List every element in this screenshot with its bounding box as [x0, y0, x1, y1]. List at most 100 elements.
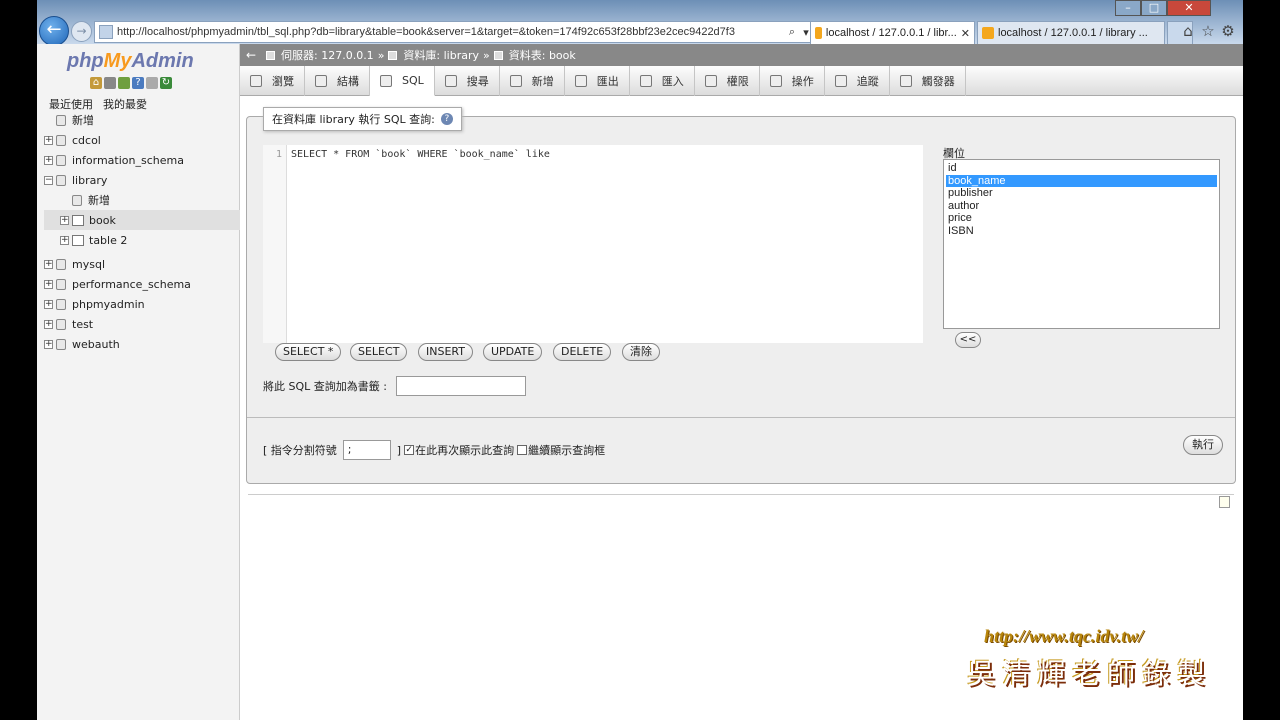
- columns-listbox[interactable]: id book_name publisher author price ISBN: [943, 159, 1220, 329]
- expand-icon[interactable]: +: [60, 215, 69, 225]
- menu-tab[interactable]: 結構: [305, 66, 370, 96]
- settings-gear-icon[interactable]: ⚙: [1220, 23, 1236, 39]
- search-icon[interactable]: ⌕: [785, 26, 799, 39]
- database-icon: [56, 278, 66, 290]
- tree-table-item[interactable]: + book: [44, 210, 240, 230]
- menu-tab[interactable]: 追蹤: [825, 66, 890, 96]
- sql-editor[interactable]: 1 SELECT * FROM `book` WHERE `book_name`…: [263, 145, 923, 343]
- sql-query-panel: 在資料庫 library 執行 SQL 查詢: ? 1 SELECT * FRO…: [246, 107, 1236, 484]
- collapse-nav-icon[interactable]: ←: [240, 48, 262, 62]
- bookmark-input[interactable]: [396, 376, 526, 396]
- insert-button[interactable]: INSERT: [418, 343, 473, 361]
- docs-icon[interactable]: ?: [132, 77, 144, 89]
- tree-database-item[interactable]: + webauth: [44, 334, 240, 354]
- column-option[interactable]: id: [946, 162, 1217, 175]
- forward-button[interactable]: →: [71, 21, 92, 42]
- select-button[interactable]: SELECT: [350, 343, 408, 361]
- line-number-gutter: 1: [263, 145, 287, 343]
- tree-item-label: cdcol: [72, 133, 101, 147]
- console-icon[interactable]: [1219, 496, 1230, 508]
- close-tab-icon[interactable]: ✕: [961, 27, 970, 40]
- menu-tab[interactable]: 匯入: [630, 66, 695, 96]
- address-bar[interactable]: http://localhost/phpmyadmin/tbl_sql.php?…: [94, 21, 842, 43]
- help-icon[interactable]: ?: [440, 113, 453, 125]
- minimize-button[interactable]: –: [1115, 0, 1141, 16]
- address-url[interactable]: http://localhost/phpmyadmin/tbl_sql.php?…: [117, 26, 785, 38]
- expand-icon[interactable]: +: [44, 155, 53, 165]
- column-option[interactable]: book_name: [946, 174, 1217, 187]
- expand-icon[interactable]: +: [44, 299, 53, 309]
- tree-table-item[interactable]: + table 2: [44, 230, 240, 250]
- tree-item-label: library: [72, 173, 108, 187]
- new-icon: [56, 114, 66, 126]
- insert-column-button[interactable]: <<: [955, 332, 981, 348]
- select-star-button[interactable]: SELECT *: [275, 343, 342, 361]
- column-option[interactable]: price: [946, 212, 1217, 225]
- menu-tab[interactable]: 權限: [695, 66, 760, 96]
- show-query-again-checkbox[interactable]: ✓: [404, 445, 415, 455]
- menu-tab[interactable]: 新增: [500, 66, 565, 96]
- update-button[interactable]: UPDATE: [483, 343, 543, 361]
- menu-tab-label: 搜尋: [466, 75, 489, 88]
- tree-database-item[interactable]: + mysql: [44, 254, 240, 274]
- show-query-again-label[interactable]: 在此再次顯示此查詢: [415, 442, 514, 458]
- tree-item-label: performance_schema: [72, 277, 191, 291]
- sql-docs-icon[interactable]: [146, 77, 158, 89]
- go-button[interactable]: 執行: [1183, 435, 1223, 455]
- retain-query-box-label[interactable]: 繼續顯示查詢框: [528, 442, 605, 458]
- tree-item-label: mysql: [72, 257, 105, 271]
- breadcrumb-server[interactable]: 伺服器: 127.0.0.1: [281, 47, 374, 63]
- close-window-button[interactable]: ✕: [1167, 0, 1211, 16]
- back-button[interactable]: ←: [39, 16, 69, 46]
- expand-icon[interactable]: +: [44, 259, 53, 269]
- breadcrumb-table[interactable]: 資料表: book: [509, 47, 576, 63]
- retain-query-box-checkbox[interactable]: [517, 445, 528, 455]
- tree-database-item[interactable]: + cdcol: [44, 130, 240, 150]
- database-icon: [56, 134, 66, 146]
- browser-tab-active[interactable]: localhost / 127.0.0.1 / libr... ✕: [810, 21, 975, 44]
- expand-icon[interactable]: +: [44, 135, 53, 145]
- delete-button[interactable]: DELETE: [553, 343, 612, 361]
- column-option[interactable]: author: [946, 200, 1217, 213]
- expand-icon[interactable]: +: [44, 279, 53, 289]
- expand-icon[interactable]: +: [60, 235, 69, 245]
- tree-database-item[interactable]: + test: [44, 314, 240, 334]
- menu-tab[interactable]: 匯出: [565, 66, 630, 96]
- menu-tab[interactable]: 操作: [760, 66, 825, 96]
- tree-new-item[interactable]: +新增: [44, 190, 240, 210]
- server-icon: [266, 50, 275, 60]
- delimiter-input[interactable]: ;: [342, 440, 391, 460]
- column-option[interactable]: publisher: [946, 187, 1217, 200]
- expand-icon[interactable]: +: [44, 319, 53, 329]
- tab-label: localhost / 127.0.0.1 / library ...: [998, 27, 1148, 39]
- expand-icon[interactable]: +: [44, 339, 53, 349]
- tree-database-item[interactable]: − library: [44, 170, 240, 190]
- clear-button[interactable]: 清除: [622, 343, 660, 361]
- new-icon: [72, 194, 82, 206]
- phpmyadmin-logo[interactable]: phpMyAdmin: [67, 50, 194, 73]
- exit-icon[interactable]: [104, 77, 116, 89]
- breadcrumb-database[interactable]: 資料庫: library: [403, 47, 479, 63]
- home-icon[interactable]: ⌂: [1180, 23, 1196, 39]
- maximize-button[interactable]: □: [1141, 0, 1167, 16]
- query-window-icon[interactable]: [118, 77, 130, 89]
- tree-item-label: test: [72, 317, 94, 331]
- menu-tab[interactable]: SQL: [370, 66, 435, 96]
- menu-tab[interactable]: 瀏覽: [240, 66, 305, 96]
- collapse-icon[interactable]: −: [44, 175, 53, 185]
- tree-database-item[interactable]: + phpmyadmin: [44, 294, 240, 314]
- menu-tab[interactable]: 搜尋: [435, 66, 500, 96]
- column-option[interactable]: ISBN: [946, 225, 1217, 238]
- tree-database-item[interactable]: + performance_schema: [44, 274, 240, 294]
- table-menu: 瀏覽 結構 SQL 搜尋 新增 匯出 匯入 權限 操作 追蹤 觸發器: [240, 66, 1243, 96]
- tree-new-item[interactable]: +新增: [44, 110, 240, 130]
- database-icon: [388, 50, 398, 60]
- browser-tab[interactable]: localhost / 127.0.0.1 / library ...: [977, 21, 1165, 44]
- favorites-star-icon[interactable]: ☆: [1200, 23, 1216, 39]
- tree-database-item[interactable]: + information_schema: [44, 150, 240, 170]
- sql-query-text[interactable]: SELECT * FROM `book` WHERE `book_name` l…: [291, 149, 556, 160]
- home-icon[interactable]: ⌂: [90, 77, 102, 89]
- reload-icon[interactable]: ↻: [160, 77, 172, 89]
- menu-tab[interactable]: 觸發器: [890, 66, 966, 96]
- menu-tab-label: 匯入: [661, 75, 684, 88]
